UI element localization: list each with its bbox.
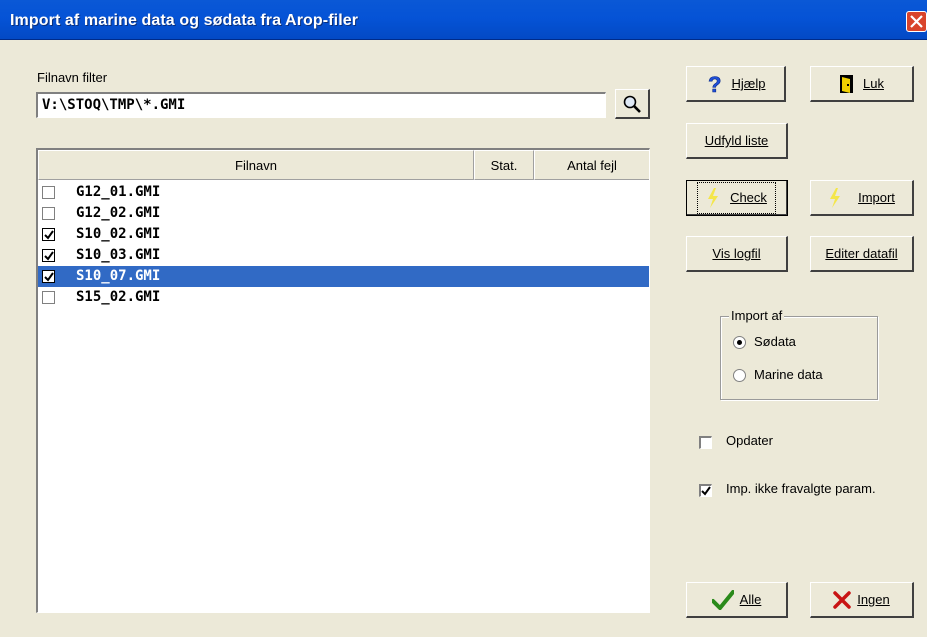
question-icon: ? [707,74,721,94]
all-button-label: Alle [739,592,762,607]
close-button[interactable]: Luk [810,66,914,102]
row-checkbox[interactable] [42,270,55,283]
close-icon [910,15,923,28]
close-button-label: Luk [863,76,884,91]
list-item[interactable]: S10_02.GMI [38,224,649,245]
imp-params-label[interactable]: Imp. ikke fravalgte param. [726,481,876,496]
row-checkbox[interactable] [42,207,55,220]
row-checkbox[interactable] [42,186,55,199]
none-button[interactable]: Ingen [810,582,914,618]
magnifier-icon [623,95,641,113]
list-item[interactable]: S15_02.GMI [38,287,649,308]
row-checkbox[interactable] [42,249,55,262]
svg-text:?: ? [708,74,721,94]
x-icon [833,590,851,609]
column-header-stat[interactable]: Stat. [474,150,534,180]
checkmark-icon [44,251,54,261]
all-button[interactable]: Alle [686,582,788,618]
list-item[interactable]: S10_03.GMI [38,245,649,266]
filter-input[interactable]: V:\STOQ\TMP\*.GMI [36,92,606,118]
filter-label: Filnavn filter [37,70,108,85]
radio-sodata[interactable] [733,336,746,349]
radio-sodata-label[interactable]: Sødata [754,334,796,349]
update-label[interactable]: Opdater [726,433,773,448]
lightning-icon [830,187,841,208]
checkmark-icon [711,589,734,610]
file-name: S10_02.GMI [76,226,161,242]
check-button[interactable]: Check [686,180,788,216]
import-of-legend: Import af [729,308,785,323]
file-name: S10_03.GMI [76,247,161,263]
row-checkbox[interactable] [42,228,55,241]
view-log-button[interactable]: Vis logfil [686,236,788,272]
column-header-filnavn[interactable]: Filnavn [38,150,474,180]
search-button[interactable] [615,89,650,119]
title-bar: Import af marine data og sødata fra Arop… [0,0,927,40]
radio-dot [737,340,742,345]
list-item[interactable]: G12_02.GMI [38,203,649,224]
checkmark-icon [44,272,54,282]
checkmark-icon [701,486,711,496]
file-name: S10_07.GMI [76,268,161,284]
update-checkbox[interactable] [699,436,712,449]
file-name: S15_02.GMI [76,289,161,305]
list-item[interactable]: G12_01.GMI [38,182,649,203]
file-list[interactable]: Filnavn Stat. Antal fejl G12_01.GMI G12_0… [36,148,650,613]
help-button-label: Hjælp [731,76,766,91]
help-button[interactable]: ? Hjælp [686,66,786,102]
fill-list-button[interactable]: Udfyld liste [686,123,788,159]
column-header-antal-fejl[interactable]: Antal fejl [534,150,649,180]
radio-marine-data-label[interactable]: Marine data [754,367,823,382]
edit-datafile-button-label: Editer datafil [825,246,898,261]
check-button-label: Check [730,190,767,205]
view-log-button-label: Vis logfil [712,246,761,261]
imp-params-checkbox[interactable] [699,484,712,497]
import-button-label: Import [858,190,895,205]
window-close-button[interactable] [906,11,927,32]
none-button-label: Ingen [857,592,890,607]
list-header: Filnavn Stat. Antal fejl [38,150,649,180]
fill-list-button-label: Udfyld liste [704,133,769,148]
list-item[interactable]: S10_07.GMI [38,266,649,287]
import-button[interactable]: Import [810,180,914,216]
file-name: G12_01.GMI [76,184,161,200]
door-icon [840,74,854,93]
import-of-group: Import af [720,308,878,400]
radio-marine-data[interactable] [733,369,746,382]
checkmark-icon [44,230,54,240]
file-name: G12_02.GMI [76,205,161,221]
row-checkbox[interactable] [42,291,55,304]
window-title: Import af marine data og sødata fra Arop… [10,12,359,29]
lightning-icon [708,187,719,208]
edit-datafile-button[interactable]: Editer datafil [810,236,914,272]
